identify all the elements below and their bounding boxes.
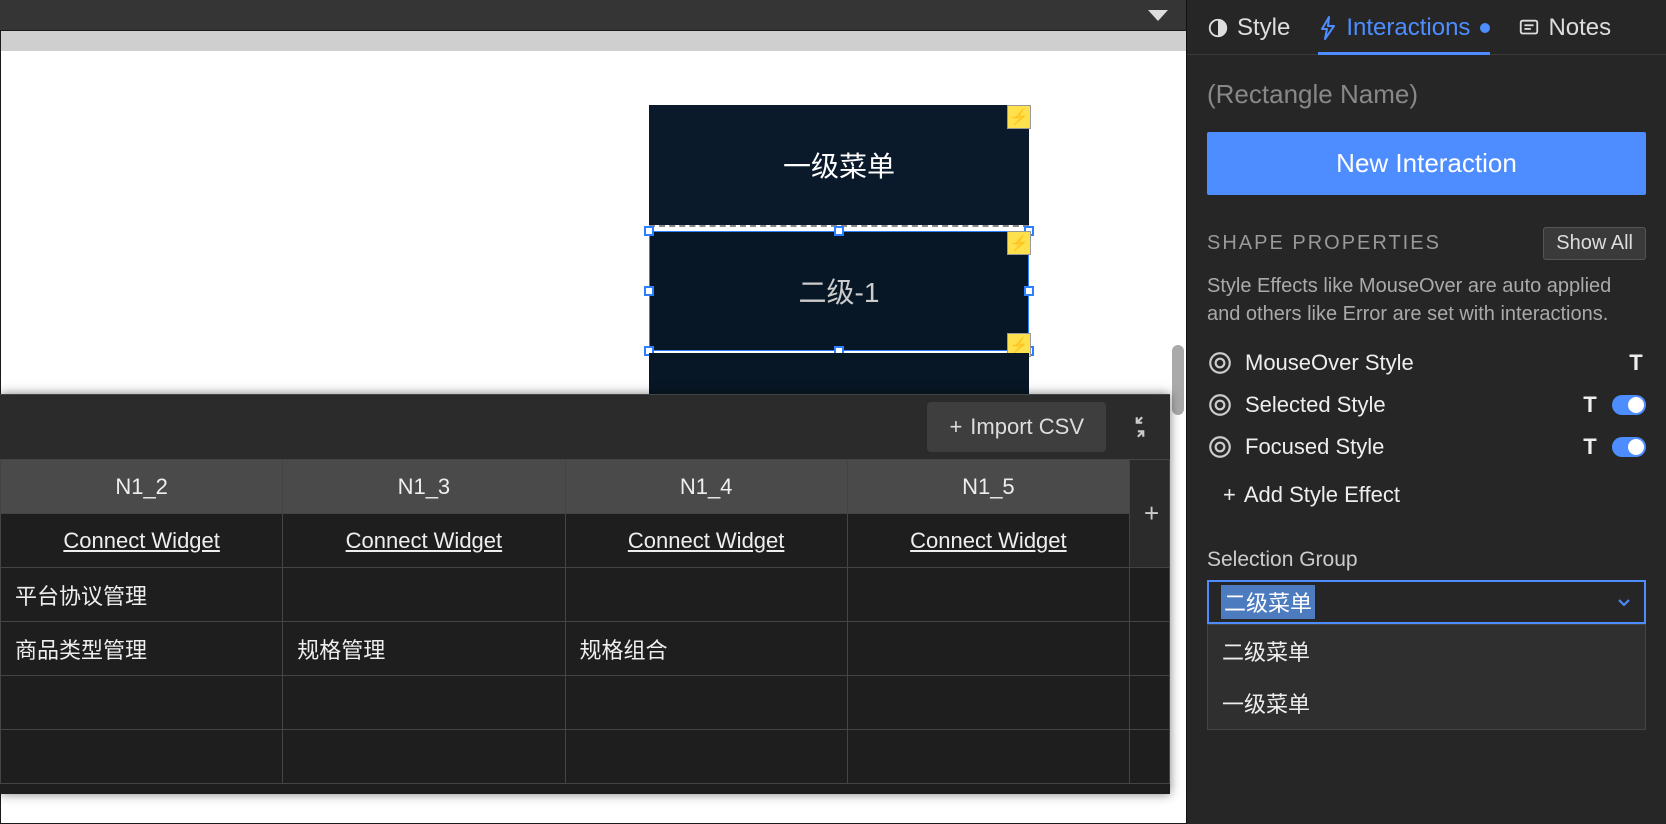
resize-handle-tl[interactable] bbox=[644, 226, 654, 236]
column-header[interactable]: N1_3 bbox=[283, 460, 565, 514]
table-cell[interactable] bbox=[565, 568, 847, 622]
table-row bbox=[1, 730, 1170, 784]
inspector-panel: Style Interactions Notes New Interaction… bbox=[1186, 0, 1666, 824]
widget-name-row bbox=[1187, 55, 1666, 124]
lightning-icon[interactable]: ⚡ bbox=[1007, 231, 1031, 255]
secondary-menu-widget[interactable]: 二级-1 bbox=[649, 231, 1029, 351]
new-interaction-button[interactable]: New Interaction bbox=[1207, 132, 1646, 195]
tab-interactions-label: Interactions bbox=[1346, 14, 1470, 42]
table-cell[interactable] bbox=[847, 568, 1129, 622]
target-icon bbox=[1207, 350, 1233, 376]
focused-style-toggle[interactable] bbox=[1612, 437, 1646, 457]
table-row: 商品类型管理规格管理规格组合 bbox=[1, 622, 1170, 676]
widget-name-input[interactable] bbox=[1207, 73, 1646, 116]
table-cell[interactable] bbox=[565, 676, 847, 730]
table-cell[interactable] bbox=[1, 730, 283, 784]
selection-group-combobox[interactable]: 二级菜单 bbox=[1207, 580, 1646, 624]
selection-group-value: 二级菜单 bbox=[1221, 585, 1315, 619]
canvas-pane: 一级菜单 ⚡ 二级-1 ⚡ ⚡ + Imp bbox=[0, 0, 1186, 824]
data-panel-toolbar: + Import CSV bbox=[0, 395, 1170, 459]
resize-handle-l[interactable] bbox=[644, 286, 654, 296]
lightning-icon bbox=[1318, 16, 1338, 40]
focused-style-row[interactable]: Focused Style T bbox=[1187, 426, 1666, 468]
half-circle-icon bbox=[1207, 17, 1229, 39]
table-cell[interactable] bbox=[847, 730, 1129, 784]
table-cell[interactable] bbox=[283, 676, 565, 730]
connect-widget-link[interactable]: Connect Widget bbox=[1, 514, 283, 568]
tab-notes-label: Notes bbox=[1548, 14, 1611, 42]
selection-group-label: Selection Group bbox=[1187, 528, 1666, 580]
primary-menu-widget[interactable]: 一级菜单 bbox=[649, 105, 1029, 225]
connect-widget-link[interactable]: Connect Widget bbox=[847, 514, 1129, 568]
plus-icon: + bbox=[1223, 482, 1236, 508]
text-style-indicator[interactable]: T bbox=[1580, 434, 1600, 460]
shape-properties-description: Style Effects like MouseOver are auto ap… bbox=[1187, 268, 1666, 342]
lightning-icon[interactable]: ⚡ bbox=[1007, 105, 1031, 129]
mouseover-style-label: MouseOver Style bbox=[1245, 350, 1614, 376]
tab-style-label: Style bbox=[1237, 14, 1290, 42]
column-header[interactable]: N1_4 bbox=[565, 460, 847, 514]
connect-widget-row: Connect Widget Connect Widget Connect Wi… bbox=[1, 514, 1170, 568]
dropdown-option[interactable]: 二级菜单 bbox=[1208, 625, 1645, 677]
tab-interactions[interactable]: Interactions bbox=[1318, 14, 1490, 54]
vertical-scrollbar[interactable] bbox=[1172, 345, 1184, 415]
add-style-effect-label: Add Style Effect bbox=[1244, 482, 1400, 508]
table-cell[interactable] bbox=[847, 676, 1129, 730]
data-table[interactable]: N1_2 N1_3 N1_4 N1_5 + Connect Widget Con… bbox=[0, 459, 1170, 794]
selected-style-toggle[interactable] bbox=[1612, 395, 1646, 415]
add-column-button[interactable]: + bbox=[1130, 460, 1170, 568]
row-pad bbox=[1130, 730, 1170, 784]
table-cell[interactable] bbox=[283, 568, 565, 622]
table-cell[interactable]: 平台协议管理 bbox=[1, 568, 283, 622]
table-cell[interactable] bbox=[1, 676, 283, 730]
show-all-button[interactable]: Show All bbox=[1543, 227, 1646, 260]
table-cell[interactable] bbox=[565, 730, 847, 784]
canvas-topbar bbox=[0, 0, 1186, 30]
row-pad bbox=[1130, 568, 1170, 622]
selected-style-row[interactable]: Selected Style T bbox=[1187, 384, 1666, 426]
add-style-effect-button[interactable]: + Add Style Effect bbox=[1187, 468, 1666, 528]
notes-icon bbox=[1518, 17, 1540, 39]
connect-widget-link[interactable]: Connect Widget bbox=[283, 514, 565, 568]
mouseover-style-row[interactable]: MouseOver Style T bbox=[1187, 342, 1666, 384]
table-row bbox=[1, 676, 1170, 730]
table-header-row: N1_2 N1_3 N1_4 N1_5 + bbox=[1, 460, 1170, 514]
import-csv-button[interactable]: + Import CSV bbox=[927, 402, 1106, 452]
tab-style[interactable]: Style bbox=[1207, 14, 1290, 54]
shape-properties-header-row: SHAPE PROPERTIES Show All bbox=[1187, 215, 1666, 268]
selection-group-dropdown: 二级菜单 一级菜单 bbox=[1207, 624, 1646, 730]
chevron-down-icon bbox=[1616, 594, 1632, 610]
import-csv-label: Import CSV bbox=[970, 414, 1084, 440]
row-pad bbox=[1130, 676, 1170, 730]
table-cell[interactable] bbox=[847, 622, 1129, 676]
table-row: 平台协议管理 bbox=[1, 568, 1170, 622]
connect-widget-link[interactable]: Connect Widget bbox=[565, 514, 847, 568]
table-cell[interactable]: 规格组合 bbox=[565, 622, 847, 676]
collapse-panel-icon[interactable] bbox=[1126, 413, 1154, 441]
focused-style-label: Focused Style bbox=[1245, 434, 1568, 460]
text-style-indicator[interactable]: T bbox=[1580, 392, 1600, 418]
row-pad bbox=[1130, 622, 1170, 676]
unsaved-dot-icon bbox=[1480, 23, 1490, 33]
selected-widget-wrapper[interactable]: 二级-1 bbox=[649, 231, 1029, 351]
column-header[interactable]: N1_2 bbox=[1, 460, 283, 514]
shape-properties-header: SHAPE PROPERTIES bbox=[1207, 232, 1441, 255]
inspector-tabs: Style Interactions Notes bbox=[1187, 0, 1666, 55]
dropdown-triangle-icon[interactable] bbox=[1148, 10, 1168, 21]
dropdown-option[interactable]: 一级菜单 bbox=[1208, 677, 1645, 729]
selected-style-label: Selected Style bbox=[1245, 392, 1568, 418]
text-style-indicator[interactable]: T bbox=[1626, 350, 1646, 376]
repeater-data-panel: + Import CSV N1_2 N1_3 N1_4 N1_5 + bbox=[0, 394, 1170, 794]
target-icon bbox=[1207, 392, 1233, 418]
table-cell[interactable] bbox=[283, 730, 565, 784]
tab-notes[interactable]: Notes bbox=[1518, 14, 1611, 54]
column-header[interactable]: N1_5 bbox=[847, 460, 1129, 514]
resize-handle-r[interactable] bbox=[1024, 286, 1034, 296]
target-icon bbox=[1207, 434, 1233, 460]
table-cell[interactable]: 规格管理 bbox=[283, 622, 565, 676]
table-cell[interactable]: 商品类型管理 bbox=[1, 622, 283, 676]
resize-handle-t[interactable] bbox=[834, 226, 844, 236]
plus-icon: + bbox=[949, 414, 962, 440]
